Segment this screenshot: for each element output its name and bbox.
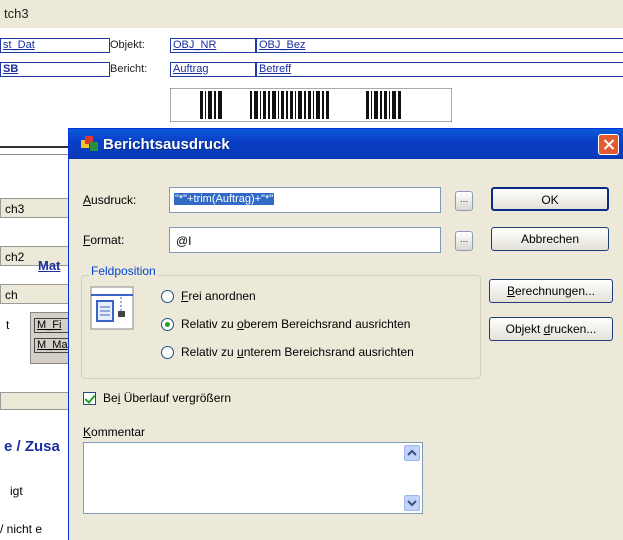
ausdruck-selected-text: "*"+trim(Auftrag)+"*" [174, 193, 275, 205]
kommentar-label: Kommentar [83, 425, 146, 439]
radio-label: Frei anordnen [181, 289, 256, 303]
objekt-label: Objekt: [110, 39, 145, 51]
text-line: igt [10, 484, 23, 498]
format-browse-button[interactable]: ... [455, 231, 473, 251]
ok-button[interactable]: OK [491, 187, 609, 211]
ueberlauf-label: Bei Überlauf vergrößern [103, 391, 232, 405]
ausdruck-input[interactable]: "*"+trim(Auftrag)+"*" [169, 187, 441, 213]
format-value: @I [176, 234, 192, 248]
radio-label: Relativ zu oberem Bereichsrand ausrichte… [181, 317, 411, 331]
close-button[interactable] [598, 134, 619, 155]
berichtsausdruck-dialog: Berichtsausdruck Ausdruck: "*"+trim(Auft… [68, 128, 623, 540]
ueberlauf-checkbox[interactable] [83, 392, 96, 405]
section-label: e / Zusa [4, 438, 60, 455]
objekt-drucken-button[interactable]: Objekt drucken... [489, 317, 613, 341]
band-item[interactable] [0, 392, 70, 410]
scroll-down-button[interactable] [404, 495, 420, 511]
format-input[interactable]: @I [169, 227, 441, 253]
report-header-area [0, 28, 623, 88]
report-field[interactable]: Betreff [256, 62, 623, 77]
chevron-down-icon [407, 500, 417, 507]
report-field[interactable]: M_Ma [34, 338, 72, 353]
report-field[interactable]: SB [0, 62, 110, 77]
barcode-image[interactable] [170, 88, 452, 122]
radio-relativ-oberem[interactable] [161, 318, 174, 331]
band-separator [0, 154, 70, 155]
radio-frei-anordnen[interactable] [161, 290, 174, 303]
band-item[interactable]: ch2 [0, 246, 72, 266]
feldposition-label: Feldposition [89, 264, 158, 278]
band-fragment: t [6, 318, 10, 332]
ausdruck-browse-button[interactable]: ... [455, 191, 473, 211]
kommentar-textarea[interactable] [83, 442, 423, 514]
band-item[interactable]: ch [0, 284, 72, 304]
bericht-label: Bericht: [110, 63, 148, 75]
berechnungen-button[interactable]: Berechnungen... [489, 279, 613, 303]
abbrechen-button[interactable]: Abbrechen [491, 227, 609, 251]
designer-title: tch3 [4, 6, 29, 21]
format-label: Format: [83, 233, 125, 247]
band-item[interactable]: ch3 [0, 198, 72, 218]
radio-label: Relativ zu unterem Bereichsrand ausricht… [181, 345, 414, 359]
band-header-field[interactable]: Mat [38, 258, 60, 273]
band-separator [0, 146, 70, 148]
report-field[interactable]: M_Fi [34, 318, 72, 333]
dialog-titlebar[interactable]: Berichtsausdruck [69, 129, 623, 159]
scroll-up-button[interactable] [404, 445, 420, 461]
text-line: / nicht e [0, 522, 43, 536]
report-field[interactable]: st_Dat [0, 38, 110, 53]
radio-relativ-unterem[interactable] [161, 346, 174, 359]
report-field[interactable]: OBJ_Bez [256, 38, 623, 53]
field-position-icon [90, 286, 134, 330]
report-field[interactable]: Auftrag [170, 62, 256, 77]
designer-header: tch3 [0, 0, 623, 28]
dialog-title: Berichtsausdruck [103, 136, 230, 153]
chevron-up-icon [407, 449, 417, 456]
app-icon [81, 136, 98, 151]
ausdruck-label: Ausdruck: [83, 193, 137, 207]
report-field[interactable]: OBJ_NR [170, 38, 256, 53]
